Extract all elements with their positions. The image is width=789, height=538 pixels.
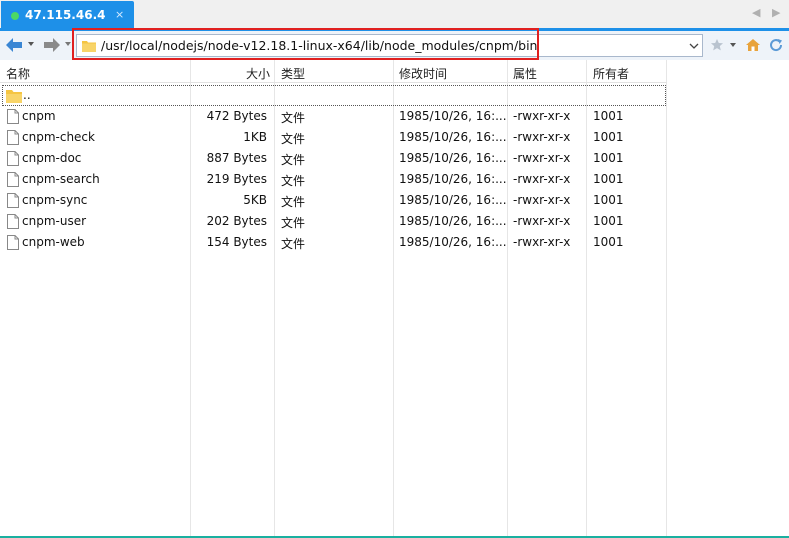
file-owner: 1001	[593, 130, 624, 144]
file-attributes: -rwxr-xr-x	[513, 151, 571, 165]
file-size: 219 Bytes	[206, 172, 267, 186]
tab-server[interactable]: 47.115.46.4 ×	[1, 1, 134, 29]
file-attributes: -rwxr-xr-x	[513, 172, 571, 186]
file-list: 名称 大小 类型 修改时间 属性 所有者 .. cnpm 472 Bytes 文件 1…	[0, 60, 789, 538]
file-name: cnpm-web	[22, 235, 85, 249]
file-type: 文件	[281, 111, 306, 125]
file-attributes: -rwxr-xr-x	[513, 109, 571, 123]
file-modified: 1985/10/26, 16:...	[399, 109, 507, 123]
address-highlight-box	[72, 28, 539, 60]
file-row[interactable]: cnpm-doc 887 Bytes 文件 1985/10/26, 16:... -rw…	[0, 148, 667, 169]
file-type: 文件	[281, 216, 306, 230]
file-size: 202 Bytes	[206, 214, 267, 228]
file-name: cnpm-search	[22, 172, 100, 186]
tab-scroll-right-icon[interactable]: ▶	[772, 6, 780, 19]
column-header-size[interactable]: 大小	[246, 65, 270, 82]
file-name: cnpm-doc	[22, 151, 82, 165]
parent-directory-label: ..	[23, 88, 31, 102]
forward-arrow-icon[interactable]	[41, 34, 63, 56]
file-modified: 1985/10/26, 16:...	[399, 130, 507, 144]
file-name: cnpm-user	[22, 214, 87, 228]
file-size: 887 Bytes	[206, 151, 267, 165]
file-icon	[7, 130, 19, 145]
file-name: cnpm-sync	[22, 193, 88, 207]
file-attributes: -rwxr-xr-x	[513, 193, 571, 207]
tab-title: 47.115.46.4	[25, 8, 106, 22]
file-type: 文件	[281, 174, 306, 188]
file-row[interactable]: cnpm-sync 5KB 文件 1985/10/26, 16:... -rwxr-xr…	[0, 190, 667, 211]
file-name: cnpm-check	[22, 130, 95, 144]
star-icon[interactable]	[710, 38, 724, 52]
file-attributes: -rwxr-xr-x	[513, 130, 571, 144]
column-header-owner[interactable]: 所有者	[593, 65, 629, 82]
file-owner: 1001	[593, 235, 624, 249]
file-icon	[7, 172, 19, 187]
file-modified: 1985/10/26, 16:...	[399, 214, 507, 228]
file-icon	[7, 109, 19, 124]
file-modified: 1985/10/26, 16:...	[399, 151, 507, 165]
file-owner: 1001	[593, 193, 624, 207]
file-row[interactable]: cnpm-check 1KB 文件 1985/10/26, 16:... -rwxr-x…	[0, 127, 667, 148]
file-name: cnpm	[22, 109, 56, 123]
file-size: 154 Bytes	[206, 235, 267, 249]
file-row[interactable]: cnpm 472 Bytes 文件 1985/10/26, 16:... -rwxr-x…	[0, 106, 667, 127]
file-owner: 1001	[593, 109, 624, 123]
column-header-modified[interactable]: 修改时间	[399, 65, 447, 82]
tab-bar: 47.115.46.4 × ◀ ▶	[0, 0, 789, 29]
file-attributes: -rwxr-xr-x	[513, 214, 571, 228]
column-header-type[interactable]: 类型	[281, 65, 305, 82]
file-row[interactable]: cnpm-search 219 Bytes 文件 1985/10/26, 16:...…	[0, 169, 667, 190]
folder-icon	[6, 90, 22, 103]
favorites-dropdown-icon[interactable]	[729, 41, 737, 49]
column-header-name[interactable]: 名称	[6, 65, 30, 82]
chevron-down-icon[interactable]	[689, 42, 699, 50]
file-icon	[7, 151, 19, 166]
file-icon	[7, 214, 19, 229]
file-type: 文件	[281, 153, 306, 167]
file-modified: 1985/10/26, 16:...	[399, 235, 507, 249]
file-size: 5KB	[243, 193, 267, 207]
refresh-icon[interactable]	[768, 37, 784, 53]
file-modified: 1985/10/26, 16:...	[399, 193, 507, 207]
column-header-attributes[interactable]: 属性	[513, 65, 537, 82]
file-icon	[7, 193, 19, 208]
connection-status-icon	[11, 12, 19, 20]
file-owner: 1001	[593, 214, 624, 228]
home-icon[interactable]	[745, 37, 761, 53]
file-row[interactable]: cnpm-user 202 Bytes 文件 1985/10/26, 16:... -r…	[0, 211, 667, 232]
header-divider	[0, 82, 667, 83]
file-row[interactable]: cnpm-web 154 Bytes 文件 1985/10/26, 16:... -rw…	[0, 232, 667, 253]
back-history-dropdown-icon[interactable]	[27, 40, 35, 48]
file-type: 文件	[281, 195, 306, 209]
file-attributes: -rwxr-xr-x	[513, 235, 571, 249]
file-size: 472 Bytes	[206, 109, 267, 123]
file-icon	[7, 235, 19, 250]
parent-directory-row[interactable]: ..	[2, 85, 666, 106]
forward-history-dropdown-icon[interactable]	[64, 40, 72, 48]
file-modified: 1985/10/26, 16:...	[399, 172, 507, 186]
close-icon[interactable]: ×	[115, 8, 124, 21]
back-arrow-icon[interactable]	[3, 34, 25, 56]
file-type: 文件	[281, 237, 306, 251]
file-type: 文件	[281, 132, 306, 146]
file-owner: 1001	[593, 151, 624, 165]
file-owner: 1001	[593, 172, 624, 186]
tab-scroll-left-icon[interactable]: ◀	[752, 6, 760, 19]
file-size: 1KB	[243, 130, 267, 144]
